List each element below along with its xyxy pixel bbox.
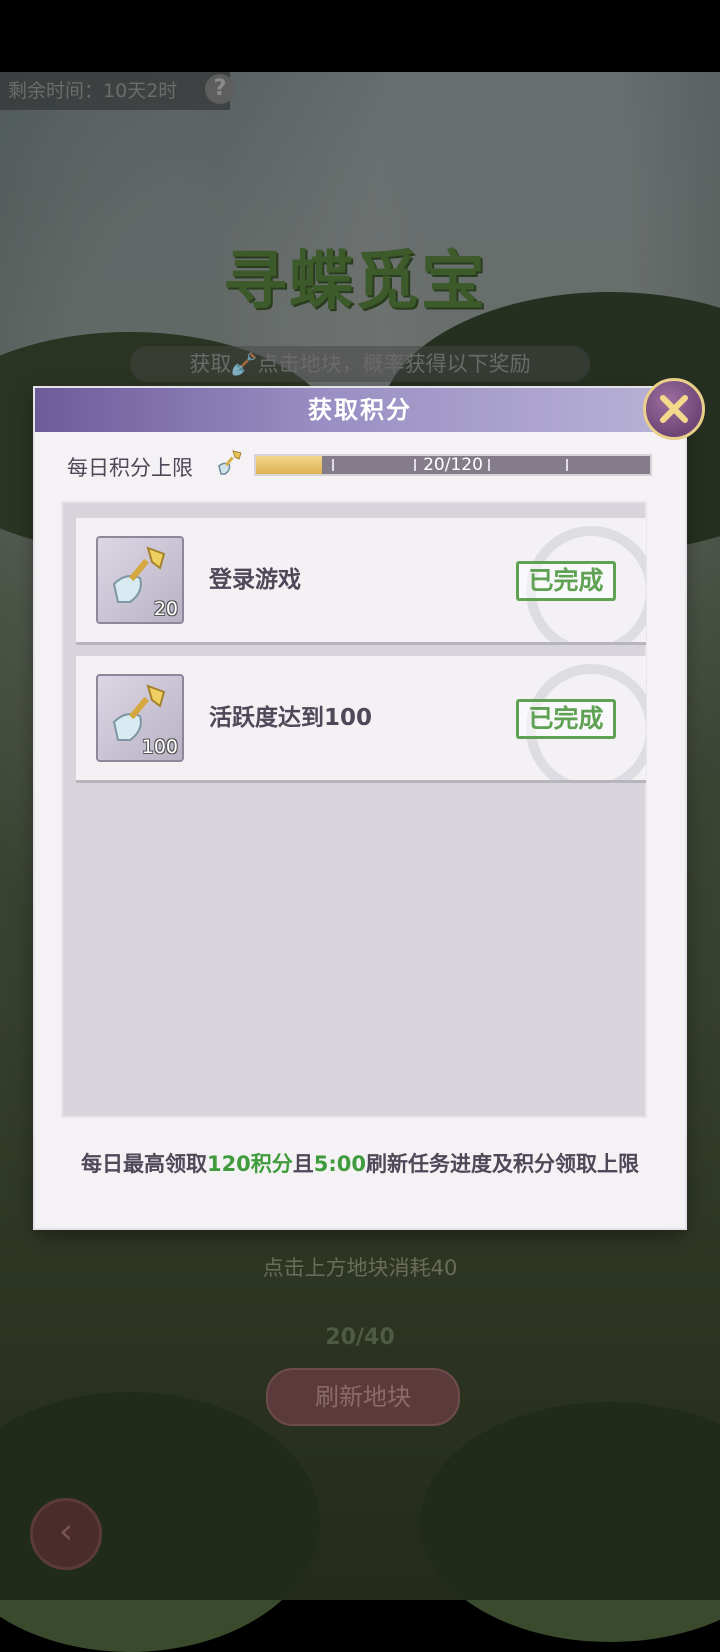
- shovel-icon: [218, 450, 242, 475]
- task-label: 登录游戏: [209, 567, 301, 593]
- shovel-count: 20/40: [325, 1325, 395, 1350]
- reward-item[interactable]: 20: [96, 536, 184, 624]
- close-button[interactable]: [643, 378, 705, 440]
- daily-points-progress: 20/120: [254, 454, 652, 476]
- refresh-tiles-button[interactable]: 刷新地块: [266, 1368, 460, 1426]
- note-part: 刷新任务进度及积分领取上限: [366, 1152, 640, 1176]
- task-card-login: 20 登录游戏 已完成: [76, 518, 646, 642]
- note-highlight-time: 5:00: [313, 1152, 367, 1176]
- reward-count: 20: [153, 598, 178, 620]
- reward-count: 100: [141, 736, 178, 758]
- remaining-time-label: 剩余时间：: [8, 80, 104, 102]
- task-label: 活跃度达到100: [209, 705, 373, 731]
- dialog-header: 获取积分: [35, 388, 685, 432]
- task-card-activity: 100 活跃度达到100 已完成: [76, 656, 646, 780]
- game-title: 寻蝶觅宝: [223, 244, 487, 319]
- note-part: 每日最高领取: [80, 1152, 207, 1176]
- dialog-title: 获取积分: [308, 396, 412, 424]
- completed-stamp: 已完成: [516, 561, 616, 601]
- daily-limit-label: 每日积分上限: [67, 456, 193, 480]
- get-points-dialog: 获取积分 每日积分上限 20/120 20 登录游戏 已完成 100 活跃度达到…: [35, 388, 685, 1228]
- completed-stamp: 已完成: [516, 699, 616, 739]
- progress-text: 20/120: [423, 455, 483, 475]
- reward-hint: 获取🪏点击地块，概率获得以下奖励: [130, 346, 590, 382]
- help-icon[interactable]: ?: [205, 74, 235, 104]
- close-x-icon: [660, 395, 688, 423]
- tile-cost-text: 点击上方地块消耗40: [262, 1256, 458, 1280]
- reward-item[interactable]: 100: [96, 674, 184, 762]
- daily-limit-note: 每日最高领取120积分且5:00刷新任务进度及积分领取上限: [35, 1148, 685, 1178]
- remaining-time-value: 10天2时: [103, 80, 178, 102]
- note-part: 且: [292, 1152, 314, 1176]
- note-highlight-points: 120积分: [206, 1152, 293, 1176]
- remaining-time: 剩余时间：10天2时: [0, 72, 230, 110]
- task-list[interactable]: 20 登录游戏 已完成 100 活跃度达到100 已完成: [61, 501, 647, 1118]
- back-button[interactable]: ‹: [30, 1498, 102, 1570]
- status-bar: [0, 0, 720, 72]
